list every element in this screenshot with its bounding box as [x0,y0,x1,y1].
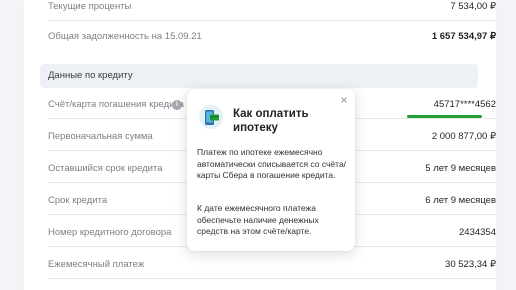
repayment-account-label: Счёт/карта погашения кредита [48,99,184,110]
current-interest-label: Текущие проценты [48,1,132,12]
popup-title: Как оплатить ипотеку [233,108,309,134]
initial-amount-label: Первоначальная сумма [48,131,153,142]
remaining-term-label: Оставшийся срок кредита [48,163,163,174]
info-icon[interactable]: i [172,100,182,110]
total-debt-row: Общая задолженность на 15.09.21 1 657 53… [48,30,496,62]
monthly-payment-value: 30 523,34 ₽ [445,259,496,270]
remaining-term-value: 5 лет 9 месяцев [425,163,496,174]
section-header-loan-data: Данные по кредиту [40,64,478,88]
account-highlight-underline [407,115,482,118]
contract-number-value: 2434354 [459,227,496,238]
loan-term-label: Срок кредита [48,195,108,206]
phone-card-icon [199,105,223,129]
initial-amount-value: 2 000 877,00 ₽ [431,131,496,142]
monthly-payment-row: Ежемесячный платеж 30 523,34 ₽ [48,258,496,290]
current-interest-value: 7 534,00 ₽ [450,1,496,12]
total-debt-label: Общая задолженность на 15.09.21 [48,31,202,42]
divider [48,278,496,279]
popup-paragraph-autodebit: Платеж по ипотеке ежемесячно автоматичес… [197,147,347,180]
how-to-pay-popup: × Как оплатить ипотеку Платеж по ипотеке… [187,89,355,251]
popup-paragraph-funds: К дате ежемесячного платежа обеспечьте н… [197,203,319,236]
contract-number-label: Номер кредитного договора [48,227,172,238]
current-interest-row: Текущие проценты 7 534,00 ₽ [48,0,496,32]
section-title: Данные по кредиту [48,70,133,81]
repayment-account-value: 45717****4562 [433,99,496,110]
divider [48,20,496,21]
loan-term-value: 6 лет 9 месяцев [425,195,496,206]
total-debt-value: 1 657 534,97 ₽ [431,31,496,42]
close-icon[interactable]: × [339,94,349,106]
monthly-payment-label: Ежемесячный платеж [48,259,145,270]
